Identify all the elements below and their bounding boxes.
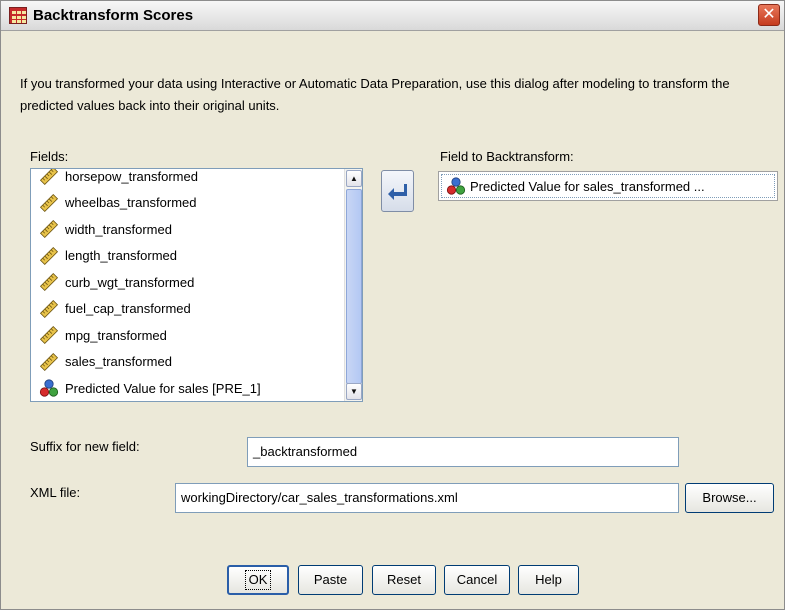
list-item-label: mpg_transformed xyxy=(65,327,167,343)
fields-list[interactable]: horsepow_transformed wheelbas_transformed… xyxy=(30,168,363,402)
nominal-icon xyxy=(39,379,59,397)
list-item[interactable]: horsepow_transformed xyxy=(39,168,198,189)
reset-button[interactable]: Reset xyxy=(372,565,436,595)
ruler-icon xyxy=(39,272,59,292)
list-item-label: sales_transformed xyxy=(65,354,172,369)
close-button[interactable]: ✕ xyxy=(758,4,780,26)
target-item-label: Predicted Value for sales_transformed ..… xyxy=(470,178,705,194)
description-text: If you transformed your data using Inter… xyxy=(20,76,730,113)
target-item[interactable]: Predicted Value for sales_transformed ..… xyxy=(441,174,775,198)
cancel-button[interactable]: Cancel xyxy=(444,565,510,595)
ruler-icon xyxy=(39,193,59,212)
list-item[interactable]: mpg_transformed xyxy=(39,322,167,348)
ruler-icon xyxy=(39,169,59,186)
ruler-icon xyxy=(39,352,59,371)
arrow-left-icon xyxy=(388,184,407,200)
list-item-label: length_transformed xyxy=(65,248,178,263)
ruler-icon xyxy=(39,325,59,345)
target-label: Field to Backtransform: xyxy=(440,149,574,164)
paste-button[interactable]: Paste xyxy=(298,565,363,595)
scroll-thumb[interactable] xyxy=(346,189,362,384)
ruler-icon xyxy=(39,246,59,265)
browse-button[interactable]: Browse... xyxy=(685,483,774,513)
list-item-label: fuel_cap_transformed xyxy=(65,301,191,316)
list-item[interactable]: Predicted Value for sales [PRE_1] xyxy=(39,375,261,401)
ok-button[interactable]: OK xyxy=(227,565,289,595)
suffix-label: Suffix for new field: xyxy=(30,439,140,454)
list-item-label: width_transformed xyxy=(65,221,172,237)
list-item[interactable]: sales_transformed xyxy=(39,349,172,375)
list-item-label: curb_wgt_transformed xyxy=(65,274,195,290)
list-item-label: wheelbas_transformed xyxy=(65,195,197,210)
list-item[interactable]: wheelbas_transformed xyxy=(39,190,197,216)
move-to-target-button[interactable] xyxy=(381,170,414,212)
dialog-window: Backtransform Scores ✕ If you transforme… xyxy=(0,0,785,610)
xml-file-label: XML file: xyxy=(30,485,80,500)
nominal-icon xyxy=(446,177,466,195)
fields-label-text: Fields: xyxy=(30,149,69,164)
list-item[interactable]: curb_wgt_transformed xyxy=(39,269,194,295)
scroll-down-button[interactable]: ▼ xyxy=(346,383,362,400)
ruler-icon xyxy=(39,299,59,318)
close-icon: ✕ xyxy=(762,6,776,23)
app-icon xyxy=(9,7,27,24)
suffix-input[interactable]: _backtransformed xyxy=(247,437,679,467)
help-button[interactable]: Help xyxy=(518,565,579,595)
suffix-label-text: Suffix for new field: xyxy=(30,439,140,454)
ok-button-label: OK xyxy=(244,570,272,590)
xml-file-input[interactable]: workingDirectory/car_sales_transformatio… xyxy=(175,483,679,513)
fields-label: Fields: xyxy=(30,149,68,164)
title-bar[interactable]: Backtransform Scores ✕ xyxy=(1,1,784,31)
xml-file-label-text: XML file: xyxy=(30,485,81,500)
scroll-up-button[interactable]: ▲ xyxy=(346,170,362,187)
target-label-text: Field to Backtransform: xyxy=(440,149,574,164)
list-item[interactable]: length_transformed xyxy=(39,243,177,269)
dialog-title: Backtransform Scores xyxy=(33,7,194,24)
list-item[interactable]: width_transformed xyxy=(39,216,172,242)
list-item-label: horsepow_transformed xyxy=(65,168,198,184)
field-to-backtransform-list[interactable]: Predicted Value for sales_transformed ..… xyxy=(438,171,778,201)
fields-scrollbar[interactable]: ▲ ▼ xyxy=(344,169,362,401)
ruler-icon xyxy=(39,219,59,239)
list-item[interactable]: fuel_cap_transformed xyxy=(39,296,191,322)
list-item-label: Predicted Value for sales [PRE_1] xyxy=(65,380,261,396)
